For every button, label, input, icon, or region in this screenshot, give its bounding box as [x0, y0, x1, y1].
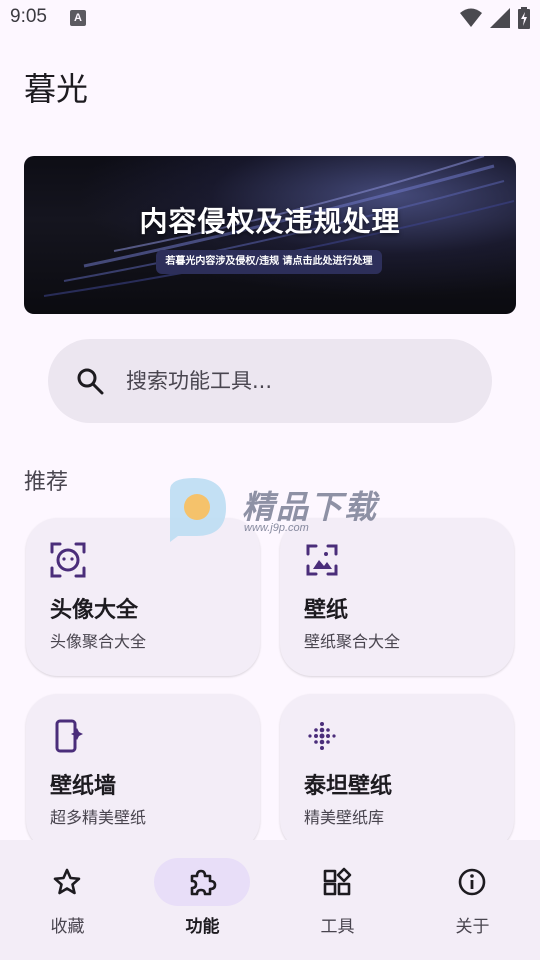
card-title: 头像大全 [50, 598, 139, 623]
battery-icon [518, 7, 530, 29]
card-title: 壁纸墙 [50, 774, 117, 799]
search-input[interactable] [126, 359, 466, 403]
nav-label: 关于 [455, 917, 490, 937]
signal-icon [490, 8, 510, 28]
search-bar[interactable] [48, 339, 492, 423]
nav-label: 工具 [320, 917, 355, 937]
image-frame-icon [306, 544, 338, 576]
search-icon [77, 368, 104, 395]
card-titan-wallpaper[interactable]: 泰坦壁纸 精美壁纸库 [280, 694, 514, 852]
nav-item-favorites[interactable]: 收藏 [0, 840, 135, 960]
card-subtitle: 壁纸聚合大全 [304, 632, 401, 651]
nav-item-tools[interactable]: 工具 [270, 840, 405, 960]
nav-item-features[interactable]: 功能 [135, 840, 270, 960]
card-title: 壁纸 [304, 598, 349, 623]
nav-label: 收藏 [50, 917, 85, 937]
star-icon [53, 868, 81, 895]
wifi-icon [460, 8, 482, 27]
status-icons [460, 7, 530, 29]
card-avatar-collection[interactable]: 头像大全 头像聚合大全 [26, 518, 260, 676]
status-time: 9:05 [10, 6, 47, 27]
bottom-navigation: 收藏 功能 工具 关于 [0, 840, 540, 960]
nav-item-about[interactable]: 关于 [405, 840, 540, 960]
puzzle-icon [190, 869, 217, 896]
card-title: 泰坦壁纸 [304, 774, 393, 799]
card-subtitle: 头像聚合大全 [50, 632, 147, 651]
banner-infringement[interactable]: 内容侵权及违规处理 若暮光内容涉及侵权/违规 请点击此处进行处理 [24, 156, 516, 314]
face-frame-icon [50, 542, 86, 578]
notification-app-icon: A [70, 10, 86, 26]
banner-subtitle[interactable]: 若暮光内容涉及侵权/违规 请点击此处进行处理 [156, 250, 382, 274]
app-title: 暮光 [24, 70, 89, 108]
banner-title: 内容侵权及违规处理 [139, 205, 401, 238]
dots-grid-icon [308, 722, 336, 750]
card-wallpaper[interactable]: 壁纸 壁纸聚合大全 [280, 518, 514, 676]
card-subtitle: 精美壁纸库 [304, 808, 385, 827]
card-wallpaper-wall[interactable]: 壁纸墙 超多精美壁纸 [26, 694, 260, 852]
widgets-icon [323, 867, 352, 896]
phone-sparkle-icon [55, 719, 83, 753]
card-subtitle: 超多精美壁纸 [50, 808, 147, 827]
info-icon [458, 868, 486, 896]
section-title-recommended: 推荐 [24, 470, 69, 495]
status-bar: 9:05 A [0, 0, 540, 36]
nav-label: 功能 [185, 917, 220, 937]
